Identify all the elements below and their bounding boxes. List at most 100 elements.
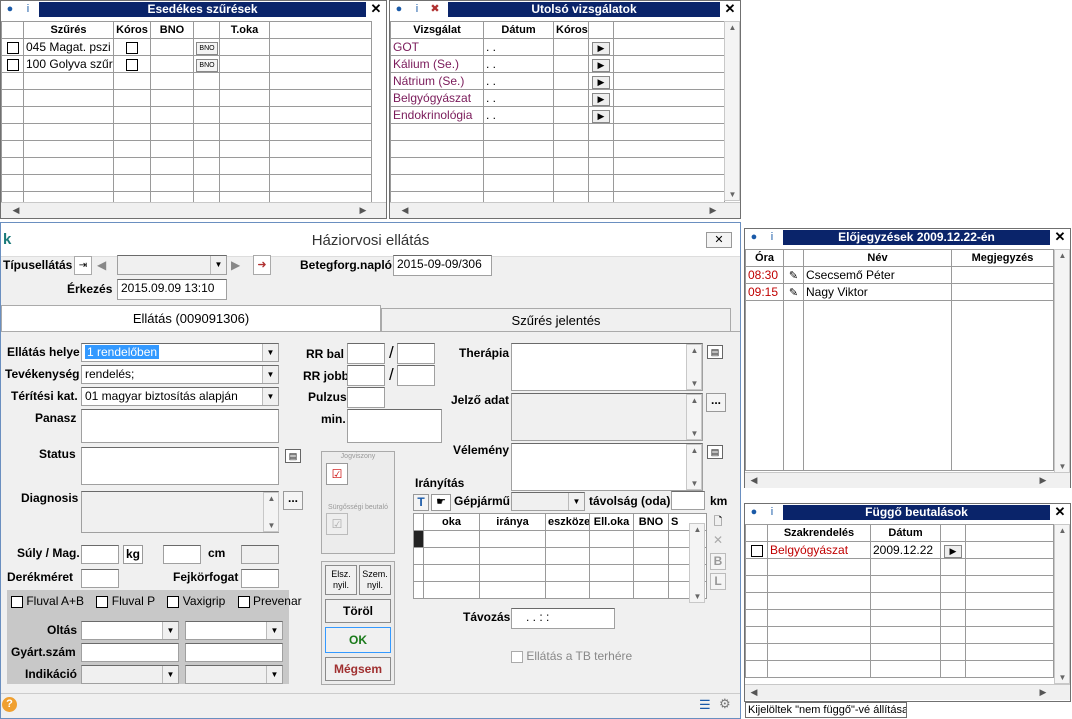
scroll-right-icon[interactable]: ▶ <box>1036 685 1050 699</box>
open-arrow-button[interactable]: ▶ <box>592 109 610 123</box>
col-datum[interactable]: Dátum <box>483 21 554 39</box>
scroll-up-icon[interactable]: ▲ <box>1056 526 1069 535</box>
scroll-right-icon[interactable]: ▶ <box>356 203 370 217</box>
settings-icon[interactable]: ⚙ <box>719 696 731 712</box>
szak-cell[interactable]: Belgyógyászat <box>767 541 871 559</box>
jelzo-field[interactable] <box>511 393 703 441</box>
scroll-right-icon[interactable]: ▶ <box>1036 473 1050 487</box>
tavolsag-field[interactable] <box>671 491 705 510</box>
vizsgalat-cell[interactable]: Endokrinológia <box>390 106 484 124</box>
info-icon[interactable]: i <box>410 2 424 16</box>
table-row[interactable]: 045 Magat. pszi BNO <box>1 38 372 56</box>
horizontal-scrollbar[interactable]: ◀ ▶ <box>390 202 740 218</box>
col-szakrendeles[interactable]: Szakrendelés <box>767 524 871 542</box>
col-bno[interactable]: BNO <box>633 513 669 531</box>
bno-button[interactable]: BNO <box>196 42 218 55</box>
vizsgalat-cell[interactable]: Belgyógyászat <box>390 89 484 107</box>
rr-jobb-field-1[interactable] <box>347 365 385 386</box>
vakcina-checkbox[interactable] <box>237 595 250 608</box>
elsz-nyil-button[interactable]: Elsz. nyil. <box>325 565 357 595</box>
indikacio-select[interactable]: ▼ <box>81 665 179 684</box>
panasz-field[interactable] <box>81 409 279 443</box>
col-koros[interactable]: Kóros <box>553 21 589 39</box>
table-row[interactable]: 08:30 ✎ Csecsemő Péter <box>745 266 1054 284</box>
nev-cell[interactable]: Csecsemő Péter <box>803 266 952 284</box>
open-arrow-button[interactable]: ▶ <box>592 58 610 72</box>
gyart-field-2[interactable] <box>185 643 283 662</box>
szures-cell[interactable]: 045 Magat. pszi <box>23 38 114 56</box>
col-nev[interactable]: Név <box>803 249 952 267</box>
surgossegi-check-icon[interactable]: ☑ <box>326 513 348 535</box>
scroll-up-icon[interactable]: ▲ <box>1056 251 1069 260</box>
open-arrow-button[interactable]: ▶ <box>592 75 610 89</box>
col-ora[interactable]: Óra <box>745 249 784 267</box>
tevekenyseg-select[interactable]: rendelés; ▼ <box>81 365 279 384</box>
col-koros[interactable]: Kóros <box>113 21 151 39</box>
table-row[interactable]: GOT . . ▶ <box>390 38 725 56</box>
szem-nyil-button[interactable]: Szem. nyil. <box>359 565 391 595</box>
diagnosis-field[interactable] <box>81 491 279 533</box>
vizsgalat-cell[interactable]: GOT <box>390 38 484 56</box>
open-arrow-button[interactable]: ▶ <box>944 544 962 558</box>
note-icon[interactable]: ✎ <box>783 283 804 301</box>
next-icon[interactable]: ▶ <box>231 258 240 272</box>
vertical-scrollbar[interactable]: ▲ ▼ <box>1054 249 1070 473</box>
table-row[interactable]: Belgyógyászat 2009.12.22 ▶ <box>745 541 1054 559</box>
delete-row-icon[interactable]: ✕ <box>710 533 726 550</box>
scroll-up-icon[interactable]: ▲ <box>726 23 739 32</box>
scroll-right-icon[interactable]: ▶ <box>706 203 720 217</box>
suly-field[interactable] <box>81 545 119 564</box>
scroll-left-icon[interactable]: ◀ <box>747 473 761 487</box>
col-oka[interactable]: oka <box>423 513 480 531</box>
kg-button[interactable]: kg <box>123 545 143 564</box>
table-row[interactable]: Belgyógyászat . . ▶ <box>390 89 725 107</box>
horizontal-scrollbar[interactable]: ◀ ▶ <box>745 684 1070 700</box>
horizontal-scrollbar[interactable]: ◀ ▶ <box>745 472 1070 488</box>
list-view-icon[interactable]: ☰ <box>699 697 711 713</box>
terapia-list-icon[interactable]: ▤ <box>707 345 723 359</box>
velemeny-field[interactable] <box>511 443 703 491</box>
ellatas-tb-checkbox[interactable] <box>511 650 523 663</box>
torol-button[interactable]: Töröl <box>325 599 391 623</box>
table-row[interactable]: Nátrium (Se.) . . ▶ <box>390 72 725 90</box>
velemeny-list-icon[interactable]: ▤ <box>707 445 723 459</box>
teritesi-select[interactable]: 01 magyar biztosítás alapján ▼ <box>81 387 279 406</box>
row-checkbox[interactable] <box>750 544 763 557</box>
terapia-field[interactable] <box>511 343 703 391</box>
derek-field[interactable] <box>81 569 119 588</box>
tools-icon[interactable]: ✖ <box>428 2 442 16</box>
scroll-down-icon[interactable]: ▼ <box>1056 462 1069 471</box>
table-row[interactable]: 09:15 ✎ Nagy Viktor <box>745 283 1054 301</box>
col-toka[interactable]: T.oka <box>219 21 270 39</box>
table-row[interactable]: Endokrinológia . . ▶ <box>390 106 725 124</box>
open-arrow-button[interactable]: ▶ <box>592 41 610 55</box>
new-row-icon[interactable]: 🗋 <box>710 513 726 530</box>
gyart-field[interactable] <box>81 643 179 662</box>
vakcina-checkbox[interactable] <box>11 595 23 608</box>
info-icon[interactable]: i <box>21 2 35 16</box>
indikacio-select-2[interactable]: ▼ <box>185 665 283 684</box>
velemeny-scrollbar[interactable]: ▲ ▼ <box>686 444 702 490</box>
prev-icon[interactable]: ◀ <box>97 258 106 272</box>
szures-cell[interactable]: 100 Golyva szűr <box>23 55 114 73</box>
vertical-scrollbar[interactable]: ▲ ▼ <box>1054 524 1070 684</box>
col-elloka[interactable]: Ell.oka <box>589 513 634 531</box>
status-list-icon[interactable]: ▤ <box>285 449 301 463</box>
pointer-icon[interactable]: ☛ <box>431 494 451 511</box>
koros-checkbox[interactable] <box>126 41 138 54</box>
tab-ellatas[interactable]: Ellátás (009091306) <box>1 305 381 332</box>
close-icon[interactable]: ✕ <box>1052 504 1068 521</box>
l-button[interactable]: L <box>710 573 726 590</box>
diagnosis-scrollbar[interactable]: ▲ ▼ <box>263 492 279 532</box>
col-eszkoze[interactable]: eszköze <box>545 513 590 531</box>
ok-button[interactable]: OK <box>325 627 391 653</box>
close-icon[interactable]: ✕ <box>1052 229 1068 246</box>
row-checkbox[interactable] <box>6 41 19 54</box>
row-checkbox[interactable] <box>6 58 19 71</box>
terapia-scrollbar[interactable]: ▲ ▼ <box>686 344 702 390</box>
vakcina-checkbox[interactable] <box>96 595 109 608</box>
pulzus-field[interactable] <box>347 387 385 408</box>
col-vizsgalat[interactable]: Vizsgálat <box>390 21 484 39</box>
info-icon[interactable]: i <box>765 230 779 244</box>
table-row[interactable]: 100 Golyva szűr BNO <box>1 55 372 73</box>
